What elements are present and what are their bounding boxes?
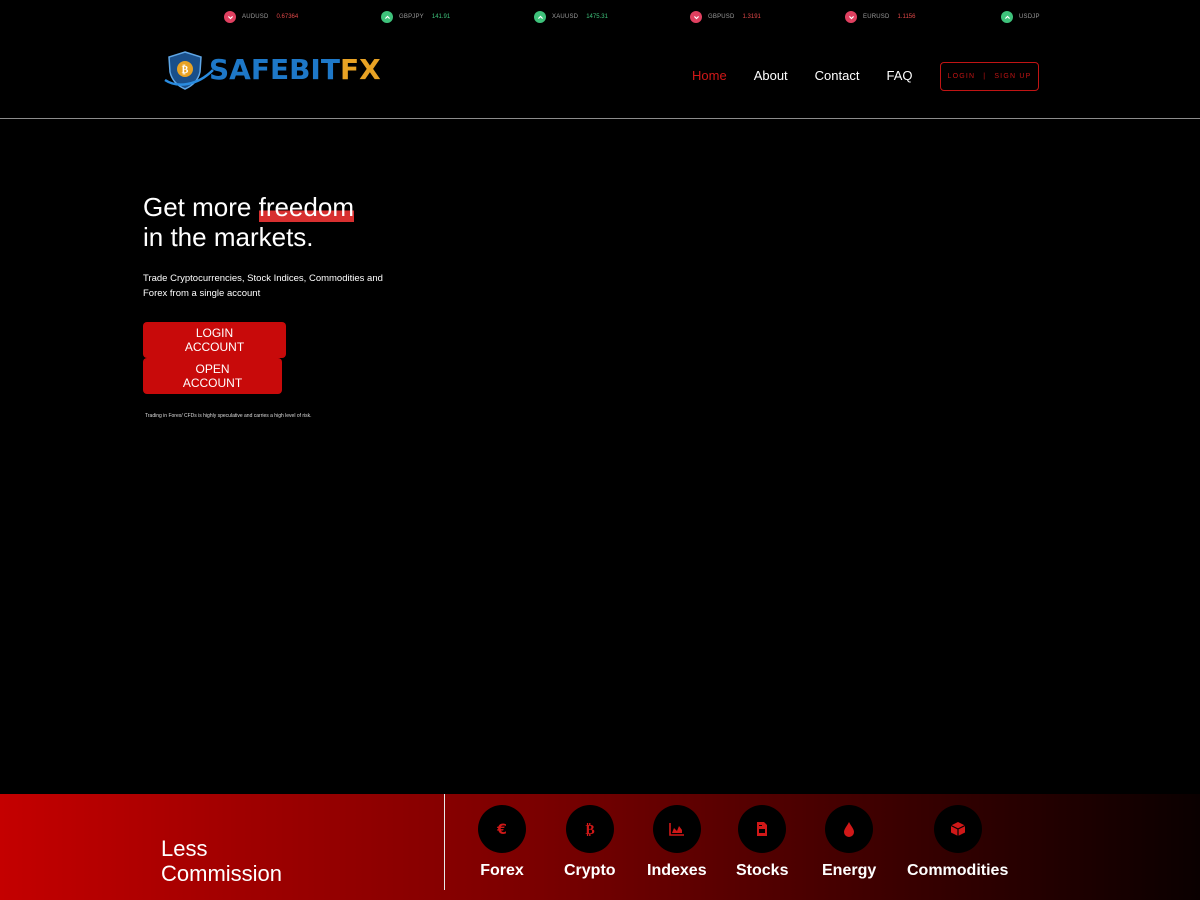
svg-text:₿: ₿ bbox=[585, 822, 594, 837]
market-forex[interactable]: € Forex bbox=[478, 805, 526, 880]
price-ticker: AUDUSD 0.67364 GBPJPY 141.91 XAUUSD 1475… bbox=[160, 8, 1040, 28]
arrow-down-icon bbox=[845, 11, 857, 23]
ticker-value: 1475.31 bbox=[586, 14, 608, 20]
chart-area-icon bbox=[652, 805, 701, 853]
nav-home[interactable]: Home bbox=[692, 68, 727, 83]
arrow-up-icon bbox=[534, 11, 546, 23]
main-nav: Home About Contact FAQ bbox=[692, 68, 940, 83]
hero-title-highlight: freedom bbox=[258, 192, 354, 222]
hero-title: Get more freedom in the markets. bbox=[143, 192, 443, 252]
band-title: Less Commission bbox=[161, 836, 282, 886]
market-label: Commodities bbox=[907, 862, 1009, 879]
arrow-up-icon bbox=[381, 11, 393, 23]
ticker-symbol: EURUSD bbox=[863, 14, 890, 20]
market-label: Crypto bbox=[564, 862, 616, 879]
market-indexes[interactable]: Indexes bbox=[647, 805, 707, 880]
market-stocks[interactable]: Stocks bbox=[736, 805, 788, 880]
ticker-symbol: AUDUSD bbox=[242, 14, 269, 20]
market-crypto[interactable]: ₿ Crypto bbox=[564, 805, 616, 880]
bitcoin-icon: ₿ bbox=[565, 805, 614, 853]
ticker-value: 0.67364 bbox=[276, 14, 299, 20]
band-divider bbox=[444, 794, 445, 890]
svg-text:₿: ₿ bbox=[182, 64, 189, 76]
login-account-button[interactable]: LOGIN ACCOUNT bbox=[143, 322, 286, 358]
header-login-link[interactable]: LOGIN bbox=[947, 73, 975, 80]
ticker-symbol: USDJP bbox=[1019, 14, 1040, 20]
arrow-up-icon bbox=[1001, 11, 1013, 23]
ticker-item: GBPUSD 1.3191 bbox=[690, 11, 761, 23]
shield-bitcoin-icon: ₿ bbox=[164, 51, 214, 90]
ticker-symbol: GBPJPY bbox=[399, 14, 424, 20]
ticker-item: XAUUSD 1475.31 bbox=[534, 11, 608, 23]
logo-text-primary: SAFEBIT bbox=[209, 53, 340, 86]
hero-title-start: Get more bbox=[143, 192, 259, 222]
auth-separator: | bbox=[983, 73, 987, 80]
drop-icon bbox=[825, 805, 874, 853]
hero-subtitle: Trade Cryptocurrencies, Stock Indices, C… bbox=[143, 273, 383, 299]
cube-icon bbox=[933, 805, 982, 853]
logo-text-accent: FX bbox=[339, 53, 381, 86]
market-label: Forex bbox=[480, 862, 524, 879]
logo-wordmark: SAFEBITFX bbox=[209, 56, 381, 84]
site-logo[interactable]: ₿ SAFEBITFX bbox=[163, 48, 381, 92]
ticker-symbol: XAUUSD bbox=[552, 14, 579, 20]
band-title-line1: Less bbox=[161, 836, 208, 861]
header-signup-link[interactable]: SIGN UP bbox=[994, 73, 1031, 80]
header-divider bbox=[0, 118, 1200, 119]
nav-contact[interactable]: Contact bbox=[815, 68, 860, 83]
ticker-item: EURUSD 1.1156 bbox=[845, 11, 915, 23]
hero-title-end: in the markets. bbox=[143, 222, 314, 252]
euro-icon: € bbox=[478, 805, 526, 853]
ticker-value: 1.3191 bbox=[742, 14, 761, 20]
ticker-value: 1.1156 bbox=[897, 14, 916, 20]
ticker-item: USDJP bbox=[1001, 11, 1040, 23]
ticker-item: AUDUSD 0.67364 bbox=[224, 11, 298, 23]
open-account-button[interactable]: OPEN ACCOUNT bbox=[143, 358, 282, 394]
arrow-down-icon bbox=[690, 11, 702, 23]
markets-band: Less Commission € Forex ₿ Crypto Indexes … bbox=[0, 794, 1200, 900]
market-energy[interactable]: Energy bbox=[822, 805, 876, 880]
nav-about[interactable]: About bbox=[754, 68, 788, 83]
ticker-item: GBPJPY 141.91 bbox=[381, 11, 450, 23]
market-label: Energy bbox=[822, 862, 877, 879]
login-signup-button: LOGIN | SIGN UP bbox=[940, 62, 1039, 91]
market-label: Indexes bbox=[647, 862, 707, 879]
market-label: Stocks bbox=[736, 862, 789, 879]
ticker-symbol: GBPUSD bbox=[708, 14, 735, 20]
band-title-line2: Commission bbox=[161, 861, 283, 886]
arrow-down-icon bbox=[224, 11, 236, 23]
ticker-value: 141.91 bbox=[431, 14, 451, 20]
risk-disclaimer: Trading in Forex/ CFDs is highly specula… bbox=[145, 413, 312, 419]
svg-text:€: € bbox=[496, 822, 507, 837]
nav-faq[interactable]: FAQ bbox=[886, 68, 912, 83]
file-invoice-icon bbox=[738, 805, 787, 853]
market-commodities[interactable]: Commodities bbox=[907, 805, 1008, 880]
